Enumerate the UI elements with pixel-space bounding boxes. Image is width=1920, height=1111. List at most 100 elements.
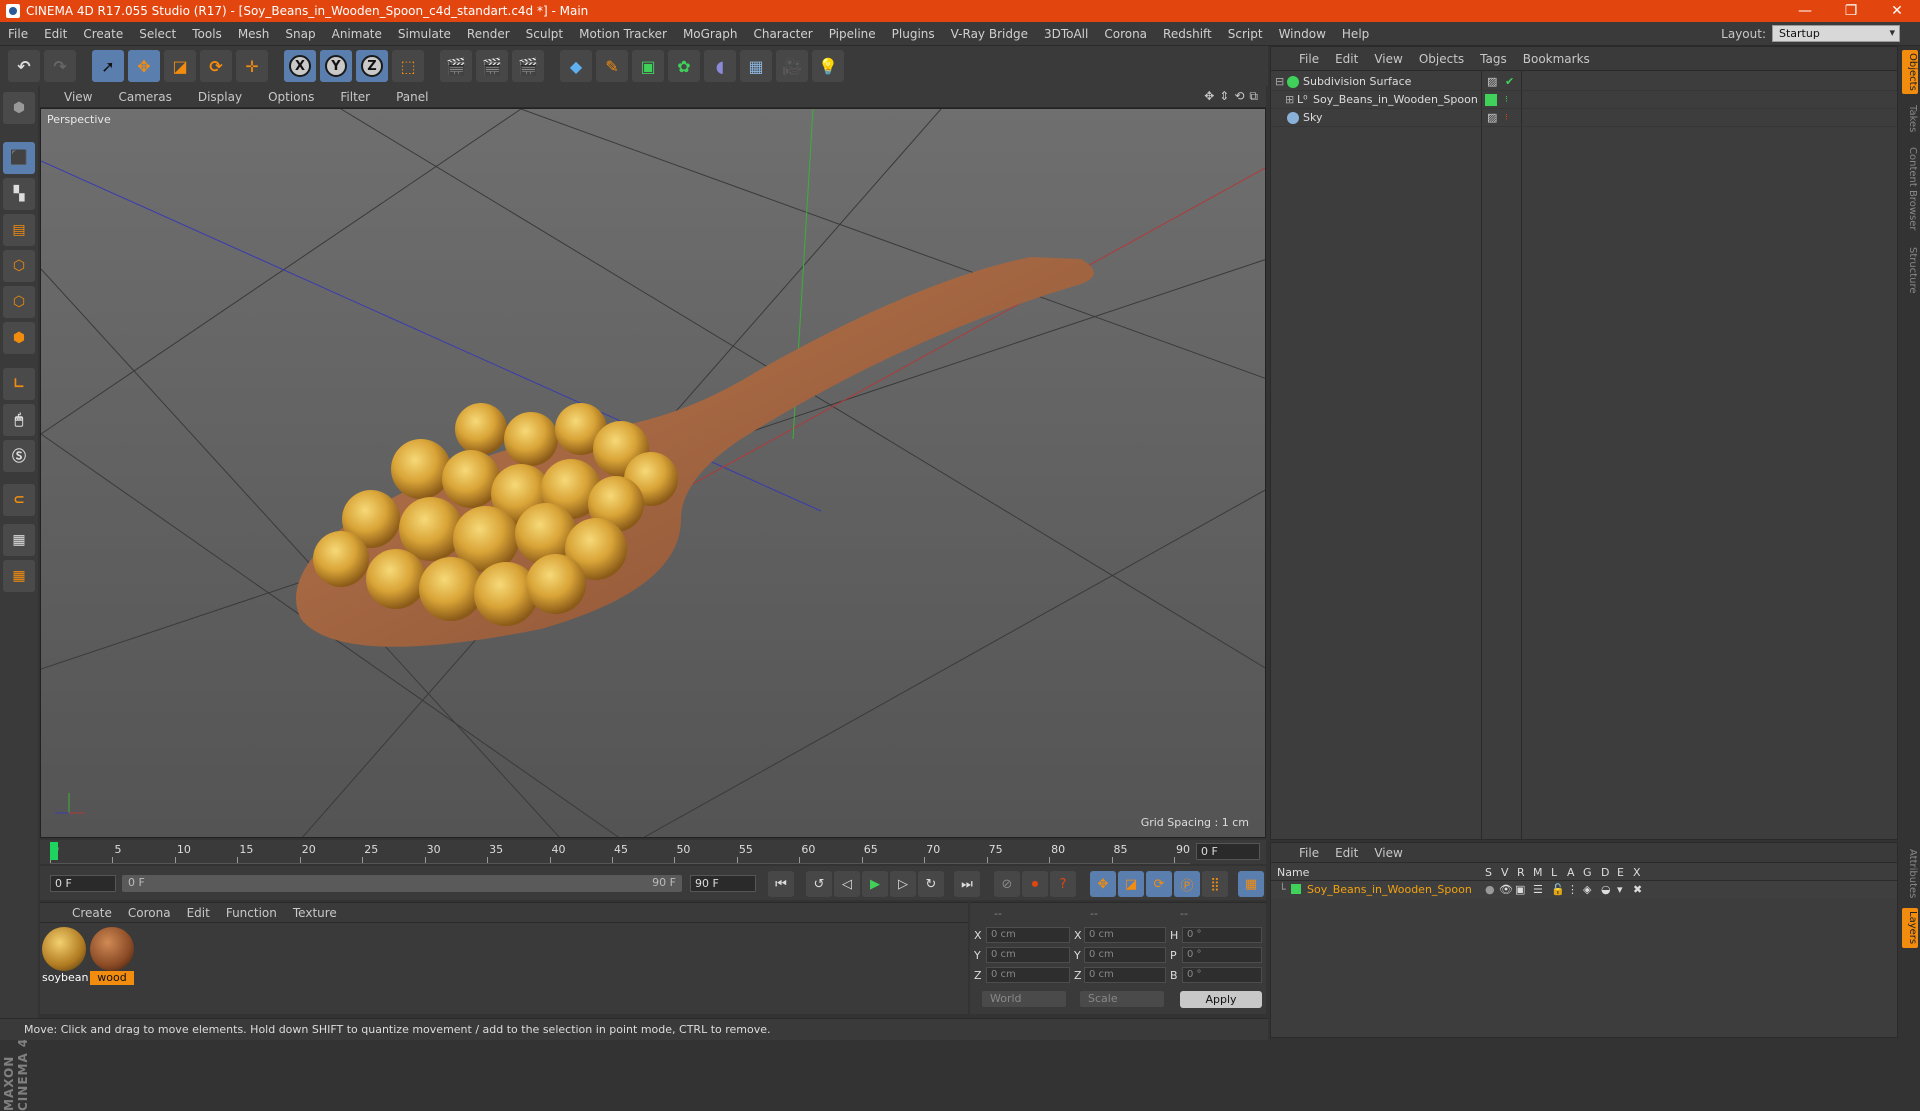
record-active-icon[interactable]: ⏺ xyxy=(1022,871,1048,897)
object-menu-edit[interactable]: Edit xyxy=(1327,52,1366,66)
menu-tools[interactable]: Tools xyxy=(184,27,230,41)
deformers-toggle-icon[interactable]: ◒ xyxy=(1601,883,1611,896)
menu-sculpt[interactable]: Sculpt xyxy=(518,27,571,41)
coordinate-space-dropdown[interactable]: World xyxy=(982,991,1066,1007)
texture-mode-icon[interactable]: ▚ xyxy=(3,178,35,210)
render-view-icon[interactable]: 🎬 xyxy=(440,50,472,82)
layer-name[interactable]: Soy_Beans_in_Wooden_Spoon xyxy=(1307,883,1472,896)
manager-toggle-icon[interactable]: ☰ xyxy=(1533,883,1543,896)
zoom-icon[interactable]: ⇕ xyxy=(1219,89,1229,104)
pen-spline-icon[interactable]: ✎ xyxy=(596,50,628,82)
points-mode-icon[interactable]: ⬡ xyxy=(3,250,35,282)
layer-toggle-icon[interactable]: ▨ xyxy=(1487,111,1497,124)
menu-mograph[interactable]: MoGraph xyxy=(675,27,746,41)
material-menu-create[interactable]: Create xyxy=(64,906,120,920)
close-button[interactable]: ✕ xyxy=(1874,3,1920,19)
position-x-field[interactable]: 0 cm xyxy=(986,927,1070,943)
maximize-view-icon[interactable]: ⧉ xyxy=(1249,89,1258,104)
menu-help[interactable]: Help xyxy=(1334,27,1377,41)
object-row[interactable]: ⊞ L⁰ Soy_Beans_in_Wooden_Spoon ⁝ xyxy=(1271,91,1897,109)
menu-render[interactable]: Render xyxy=(459,27,518,41)
snap-icon[interactable]: Ⓢ xyxy=(3,440,35,472)
material-menu-function[interactable]: Function xyxy=(218,906,285,920)
animation-toggle-icon[interactable]: ⋮ xyxy=(1567,883,1578,896)
end-frame-field[interactable]: 90 F xyxy=(690,875,756,892)
solo-toggle-icon[interactable]: ● xyxy=(1485,883,1495,896)
axis-mode-icon[interactable]: ∟ xyxy=(3,368,35,400)
record-disabled-icon[interactable]: ⊘ xyxy=(994,871,1020,897)
object-row[interactable]: ⊟ Subdivision Surface ▨ ✔ xyxy=(1271,73,1897,91)
size-mode-dropdown[interactable]: Scale xyxy=(1080,991,1164,1007)
object-menu-view[interactable]: View xyxy=(1366,52,1410,66)
menu-pipeline[interactable]: Pipeline xyxy=(821,27,884,41)
rotation-p-field[interactable]: 0 ° xyxy=(1182,947,1262,963)
menu-script[interactable]: Script xyxy=(1220,27,1271,41)
menu-file[interactable]: File xyxy=(0,27,36,41)
view-toggle-icon[interactable]: 👁 xyxy=(1499,883,1513,896)
menu-3dtoall[interactable]: 3DToAll xyxy=(1036,27,1096,41)
model-mode-icon[interactable]: ⬛ xyxy=(3,142,35,174)
viewport-menu-view[interactable]: View xyxy=(50,90,104,104)
expand-icon[interactable]: ⊞ xyxy=(1285,93,1294,106)
previous-frame-icon[interactable]: ◁ xyxy=(834,871,860,897)
object-menu-bookmarks[interactable]: Bookmarks xyxy=(1515,52,1598,66)
timeline-ruler[interactable]: 051015202530354045505560657075808590 0 F xyxy=(40,840,1266,864)
3d-viewport[interactable]: Perspective Grid Spacing : 1 cm xyxy=(40,108,1266,838)
render-picture-viewer-icon[interactable]: 🎬 xyxy=(476,50,508,82)
redo-icon[interactable]: ↷ xyxy=(44,50,76,82)
menu-corona[interactable]: Corona xyxy=(1096,27,1155,41)
menu-window[interactable]: Window xyxy=(1271,27,1334,41)
key-pla-icon[interactable]: ⣿ xyxy=(1202,871,1228,897)
object-row[interactable]: Sky ▨ ⁝ xyxy=(1271,109,1897,127)
generators-toggle-icon[interactable]: ◈ xyxy=(1583,883,1591,896)
tab-objects[interactable]: Objects xyxy=(1902,50,1918,94)
key-scale-icon[interactable]: ◪ xyxy=(1118,871,1144,897)
next-key-icon[interactable]: ↻ xyxy=(918,871,944,897)
range-slider[interactable]: 0 F 90 F xyxy=(122,875,682,892)
tab-layers[interactable]: Layers xyxy=(1902,908,1918,948)
menu-motion-tracker[interactable]: Motion Tracker xyxy=(571,27,675,41)
make-editable-icon[interactable]: ⬢ xyxy=(3,92,35,124)
viewport-menu-options[interactable]: Options xyxy=(254,90,326,104)
expressions-toggle-icon[interactable]: ▾ xyxy=(1617,883,1623,896)
render-settings-icon[interactable]: 🎬 xyxy=(512,50,544,82)
go-to-end-icon[interactable]: ⏭ xyxy=(954,871,980,897)
size-z-field[interactable]: 0 cm xyxy=(1084,967,1166,983)
polygons-mode-icon[interactable]: ⬢ xyxy=(3,322,35,354)
light-icon[interactable]: 💡 xyxy=(812,50,844,82)
timeline-window-icon[interactable]: ▦ xyxy=(1238,871,1264,897)
workplane-mode-icon[interactable]: ▤ xyxy=(3,214,35,246)
menu-redshift[interactable]: Redshift xyxy=(1155,27,1220,41)
deformer-icon[interactable]: ◖ xyxy=(704,50,736,82)
z-axis-lock-icon[interactable]: Z xyxy=(356,50,388,82)
material-menu-corona[interactable]: Corona xyxy=(120,906,179,920)
viewport-menu-panel[interactable]: Panel xyxy=(382,90,440,104)
visibility-dots-icon[interactable]: ⁝ xyxy=(1505,95,1508,105)
undo-icon[interactable]: ↶ xyxy=(8,50,40,82)
menu-create[interactable]: Create xyxy=(75,27,131,41)
tab-takes[interactable]: Takes xyxy=(1902,102,1918,136)
layout-dropdown[interactable]: Startup xyxy=(1772,25,1900,42)
render-toggle-icon[interactable]: ▣ xyxy=(1515,883,1525,896)
rotate-tool-icon[interactable]: ⟳ xyxy=(200,50,232,82)
layer-menu-file[interactable]: File xyxy=(1291,846,1327,860)
object-menu-file[interactable]: File xyxy=(1291,52,1327,66)
key-move-icon[interactable]: ✥ xyxy=(1090,871,1116,897)
planar-workplane-icon[interactable]: ▦ xyxy=(3,560,35,592)
size-x-field[interactable]: 0 cm xyxy=(1084,927,1166,943)
workplane-lock-icon[interactable]: ▦ xyxy=(3,524,35,556)
menu-edit[interactable]: Edit xyxy=(36,27,75,41)
menu-vray-bridge[interactable]: V-Ray Bridge xyxy=(943,27,1036,41)
tab-structure[interactable]: Structure xyxy=(1902,242,1918,298)
layer-row[interactable]: └ Soy_Beans_in_Wooden_Spoon ● 👁 ▣ ☰ 🔓 ⋮ … xyxy=(1271,881,1897,899)
camera-icon[interactable]: 🎥 xyxy=(776,50,808,82)
coordinate-system-icon[interactable]: ⬚ xyxy=(392,50,424,82)
playhead-marker[interactable] xyxy=(50,842,58,860)
layer-color-icon[interactable] xyxy=(1485,93,1497,106)
object-name[interactable]: Soy_Beans_in_Wooden_Spoon xyxy=(1313,93,1478,106)
cloner-icon[interactable]: ✿ xyxy=(668,50,700,82)
orbit-icon[interactable]: ⟲ xyxy=(1234,89,1244,104)
magnet-icon[interactable]: ⊂ xyxy=(3,484,35,516)
start-frame-field[interactable]: 0 F xyxy=(50,875,116,892)
key-param-icon[interactable]: Ⓟ xyxy=(1174,871,1200,897)
